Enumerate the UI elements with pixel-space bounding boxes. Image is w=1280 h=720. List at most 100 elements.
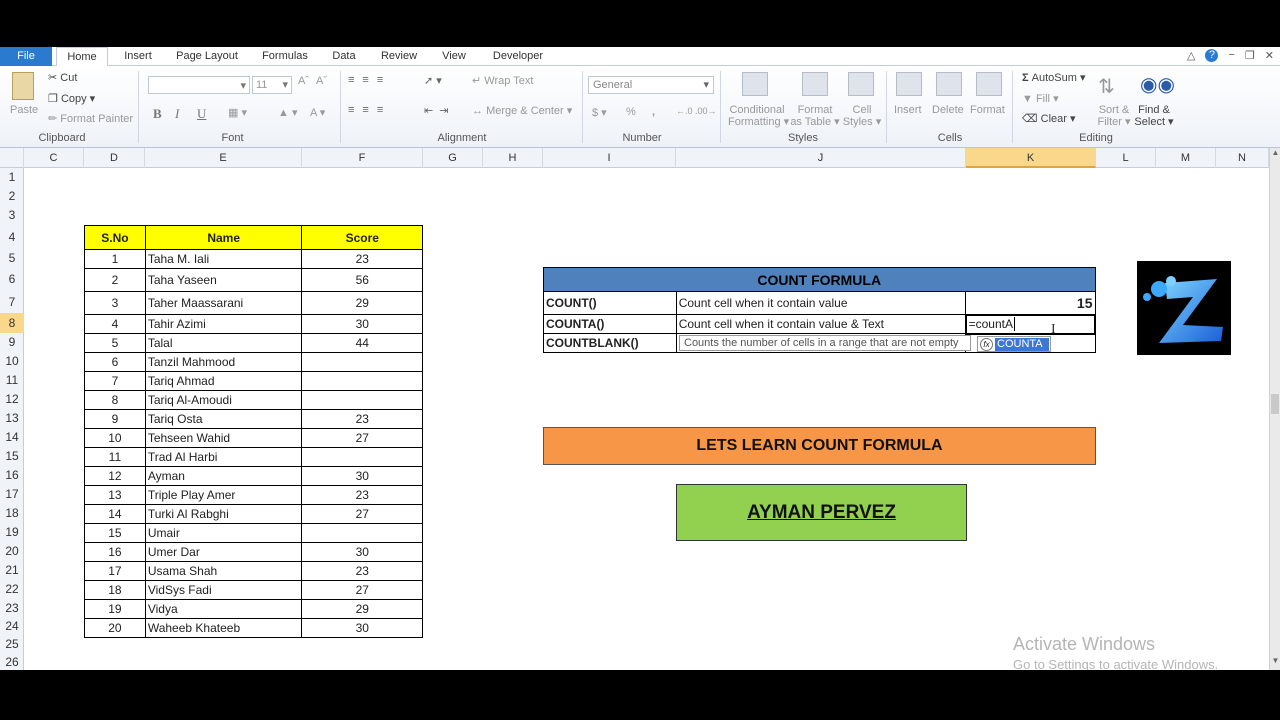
row-header-25[interactable]: 25 xyxy=(0,635,24,654)
sno-cell[interactable]: 20 xyxy=(84,618,146,638)
decimal-icons[interactable]: ←.0 .00→ xyxy=(676,106,717,116)
merge-center-button[interactable]: ↔ Merge & Center ▾ xyxy=(472,104,572,117)
score-cell[interactable]: 56 xyxy=(301,268,423,292)
tab-page-layout[interactable]: Page Layout xyxy=(172,47,242,66)
score-cell[interactable]: 30 xyxy=(301,542,423,562)
sno-cell[interactable]: 17 xyxy=(84,561,146,581)
col-header-h[interactable]: H xyxy=(483,148,543,168)
col-header-g[interactable]: G xyxy=(423,148,483,168)
indent-icons[interactable]: ⇤⇥ xyxy=(424,104,454,117)
row-header-7[interactable]: 7 xyxy=(0,291,24,313)
score-cell[interactable] xyxy=(301,447,423,467)
name-cell[interactable]: VidSys Fadi xyxy=(144,580,303,600)
score-cell[interactable] xyxy=(301,523,423,543)
row-header-17[interactable]: 17 xyxy=(0,485,24,504)
score-cell[interactable]: 23 xyxy=(301,409,423,429)
name-cell[interactable]: Turki Al Rabghi xyxy=(144,504,303,524)
col-header-i[interactable]: I xyxy=(543,148,676,168)
sno-cell[interactable]: 3 xyxy=(84,291,146,315)
close-icon[interactable]: ✕ xyxy=(1265,49,1274,62)
minimize-icon[interactable]: − xyxy=(1228,49,1234,62)
score-cell[interactable]: 44 xyxy=(301,333,423,353)
paste-button[interactable]: Paste xyxy=(10,104,38,116)
vertical-align-icons[interactable]: ≡≡≡ xyxy=(348,74,391,86)
sno-cell[interactable]: 18 xyxy=(84,580,146,600)
copy-button[interactable]: ❐ Copy ▾ xyxy=(48,92,95,105)
borders-icon[interactable]: ▦ ▾ xyxy=(228,106,247,119)
name-cell[interactable]: Ayman xyxy=(144,466,303,486)
row-header-15[interactable]: 15 xyxy=(0,447,24,466)
score-cell[interactable]: 27 xyxy=(301,580,423,600)
sno-cell[interactable]: 7 xyxy=(84,371,146,391)
font-color-icon[interactable]: A ▾ xyxy=(310,106,325,119)
sno-cell[interactable]: 6 xyxy=(84,352,146,372)
score-cell[interactable] xyxy=(301,352,423,372)
fill-color-icon[interactable]: ▲ ▾ xyxy=(278,106,297,119)
name-cell[interactable]: Tariq Al-Amoudi xyxy=(144,390,303,410)
percent-button[interactable]: % xyxy=(626,106,636,118)
count-formula-title[interactable]: COUNT FORMULA xyxy=(543,267,1096,292)
name-cell[interactable]: Trad Al Harbi xyxy=(144,447,303,467)
name-cell[interactable]: Umer Dar xyxy=(144,542,303,562)
tab-developer[interactable]: Developer xyxy=(488,47,548,66)
insert-cells-button[interactable]: Insert xyxy=(894,104,922,116)
tab-review[interactable]: Review xyxy=(378,47,420,66)
restore-icon[interactable]: ❐ xyxy=(1245,49,1255,62)
row-header-10[interactable]: 10 xyxy=(0,352,24,371)
col-header-c[interactable]: C xyxy=(24,148,84,168)
score-cell[interactable]: 29 xyxy=(301,291,423,315)
fill-button[interactable]: ▼ Fill ▾ xyxy=(1022,92,1059,105)
row-header-23[interactable]: 23 xyxy=(0,599,24,618)
tab-home[interactable]: Home xyxy=(56,47,108,67)
lets-learn-banner[interactable]: LETS LEARN COUNT FORMULA xyxy=(543,427,1096,465)
currency-icon[interactable]: $ ▾ xyxy=(592,106,607,119)
grow-font-icon[interactable]: Aˆ xyxy=(298,75,309,87)
counta-fn-cell[interactable]: COUNTA() xyxy=(543,314,677,334)
shrink-font-icon[interactable]: Aˇ xyxy=(316,75,327,87)
name-cell[interactable]: Vidya xyxy=(144,599,303,619)
sno-cell[interactable]: 11 xyxy=(84,447,146,467)
score-cell[interactable]: 29 xyxy=(301,599,423,619)
header-sno[interactable]: S.No xyxy=(84,225,146,250)
sno-cell[interactable]: 14 xyxy=(84,504,146,524)
tab-view[interactable]: View xyxy=(438,47,470,66)
col-header-n[interactable]: N xyxy=(1216,148,1269,168)
col-header-k-selected[interactable]: K xyxy=(966,148,1096,168)
score-cell[interactable]: 23 xyxy=(301,485,423,505)
format-cells-button[interactable]: Format xyxy=(970,104,1005,116)
countblank-fn-cell[interactable]: COUNTBLANK() xyxy=(543,333,677,353)
score-cell[interactable]: 27 xyxy=(301,428,423,448)
col-header-d[interactable]: D xyxy=(84,148,145,168)
col-header-f[interactable]: F xyxy=(302,148,423,168)
row-header-11[interactable]: 11 xyxy=(0,371,24,390)
score-cell[interactable] xyxy=(301,390,423,410)
name-cell[interactable]: Tanzil Mahmood xyxy=(144,352,303,372)
format-painter-button[interactable]: ✏ Format Painter xyxy=(48,112,133,125)
row-header-16[interactable]: 16 xyxy=(0,466,24,485)
comma-button[interactable]: , xyxy=(652,106,655,118)
tab-formulas[interactable]: Formulas xyxy=(258,47,312,66)
format-as-table-button[interactable]: Format as Table ▾ xyxy=(790,104,840,128)
header-name[interactable]: Name xyxy=(144,225,303,250)
name-cell[interactable]: Tehseen Wahid xyxy=(144,428,303,448)
select-all-corner[interactable] xyxy=(0,148,24,168)
counta-desc-cell[interactable]: Count cell when it contain value & Text xyxy=(675,314,967,334)
clear-button[interactable]: ⌫ Clear ▾ xyxy=(1022,112,1076,125)
sno-cell[interactable]: 12 xyxy=(84,466,146,486)
name-cell[interactable]: Triple Play Amer xyxy=(144,485,303,505)
row-header-21[interactable]: 21 xyxy=(0,561,24,580)
tab-data[interactable]: Data xyxy=(328,47,360,66)
underline-button[interactable]: U xyxy=(197,106,206,122)
font-size-select[interactable]: 11 ▾ xyxy=(252,76,292,94)
sno-cell[interactable]: 19 xyxy=(84,599,146,619)
sno-cell[interactable]: 5 xyxy=(84,333,146,353)
author-box[interactable]: AYMAN PERVEZ xyxy=(676,484,967,541)
sno-cell[interactable]: 16 xyxy=(84,542,146,562)
score-cell[interactable] xyxy=(301,371,423,391)
find-select-button[interactable]: Find & Select ▾ xyxy=(1134,104,1174,128)
row-header-19[interactable]: 19 xyxy=(0,523,24,542)
row-header-9[interactable]: 9 xyxy=(0,333,24,352)
header-score[interactable]: Score xyxy=(301,225,423,250)
sno-cell[interactable]: 10 xyxy=(84,428,146,448)
name-cell[interactable]: Talal xyxy=(144,333,303,353)
